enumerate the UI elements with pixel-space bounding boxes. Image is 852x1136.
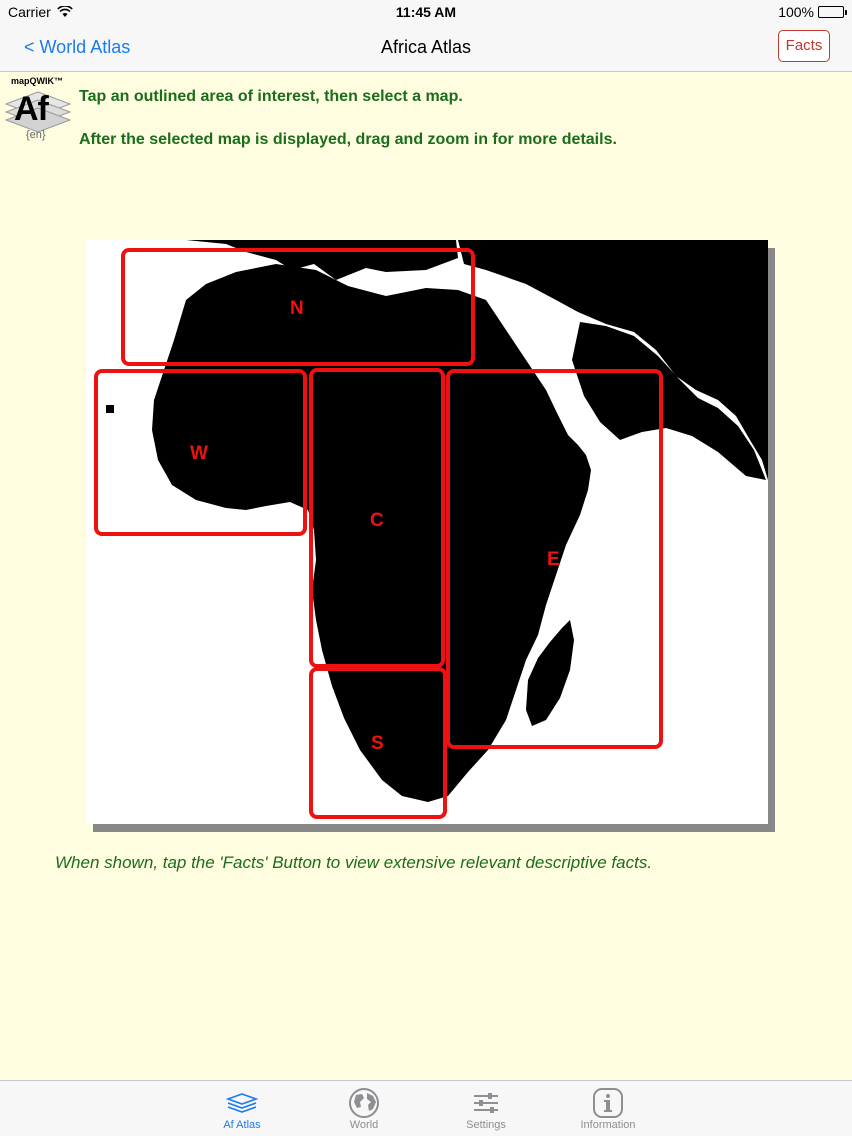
tab-information-label: Information <box>580 1119 636 1131</box>
instruction-line-2: After the selected map is displayed, dra… <box>79 131 617 148</box>
battery-percent: 100% <box>778 4 814 20</box>
page-title: Africa Atlas <box>380 37 472 57</box>
globe-icon <box>349 1088 379 1118</box>
status-bar: Carrier 11:45 AM 100% <box>0 0 852 24</box>
region-east-label: E <box>547 549 560 570</box>
info-icon <box>593 1088 623 1118</box>
tab-settings-label: Settings <box>466 1119 506 1131</box>
tab-settings[interactable]: Settings <box>436 1081 536 1136</box>
navigation-bar: < World Atlas Africa Atlas Facts <box>0 24 852 72</box>
battery-indicator: 100% <box>778 4 847 20</box>
layers-icon <box>225 1093 259 1113</box>
sliders-icon <box>474 1093 498 1113</box>
tab-information[interactable]: Information <box>558 1081 658 1136</box>
tab-af-atlas-label: Af Atlas <box>223 1119 261 1131</box>
region-north-label: N <box>290 298 304 319</box>
app-logo: mapQWIK™ Af {en} <box>4 76 74 146</box>
logo-language: {en} <box>26 129 46 141</box>
instruction-line-1: Tap an outlined area of interest, then s… <box>79 88 463 105</box>
tab-world-label: World <box>349 1119 379 1131</box>
status-time: 11:45 AM <box>395 4 457 20</box>
region-west-label: W <box>190 443 208 464</box>
tab-af-atlas[interactable]: Af Atlas <box>192 1081 292 1136</box>
tab-bar: Af Atlas World Settings Information <box>0 1080 852 1136</box>
region-south-label: S <box>371 733 384 754</box>
tab-world[interactable]: World <box>314 1081 414 1136</box>
facts-button[interactable]: Facts <box>778 30 830 62</box>
battery-icon <box>818 6 847 18</box>
logo-brand: mapQWIK™ <box>11 76 64 86</box>
logo-text: Af <box>14 90 49 128</box>
region-central-label: C <box>370 510 384 531</box>
facts-hint: When shown, tap the 'Facts' Button to vi… <box>55 853 653 872</box>
